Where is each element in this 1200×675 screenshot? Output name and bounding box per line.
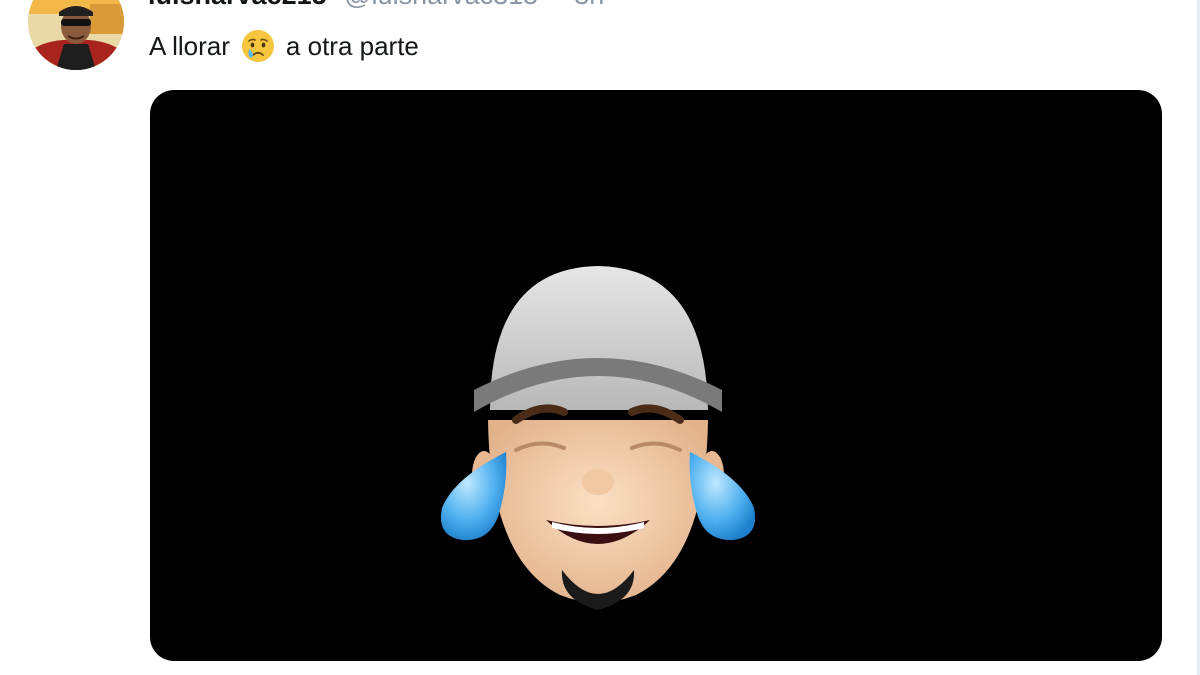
display-name[interactable]: luisharvac215	[148, 0, 327, 10]
tweet[interactable]: luisharvac215 @luisharvac315 · 3h A llor…	[0, 0, 1200, 675]
header-separator: ·	[552, 0, 561, 10]
tweet-header: luisharvac215 @luisharvac315 · 3h	[148, 0, 604, 12]
avatar-image	[28, 0, 124, 70]
tweet-text-after-emoji: a otra parte	[285, 31, 419, 61]
avatar[interactable]	[28, 0, 124, 70]
tweet-timestamp[interactable]: 3h	[574, 0, 604, 10]
tweet-video[interactable]	[150, 90, 1162, 661]
crying-face-emoji-icon	[240, 28, 276, 64]
user-handle[interactable]: @luisharvac315	[344, 0, 538, 10]
memoji-laughing-image	[440, 266, 756, 610]
tweet-text: A llorar a otra parte	[149, 27, 419, 65]
tweet-text-before-emoji: A llorar	[149, 31, 230, 61]
